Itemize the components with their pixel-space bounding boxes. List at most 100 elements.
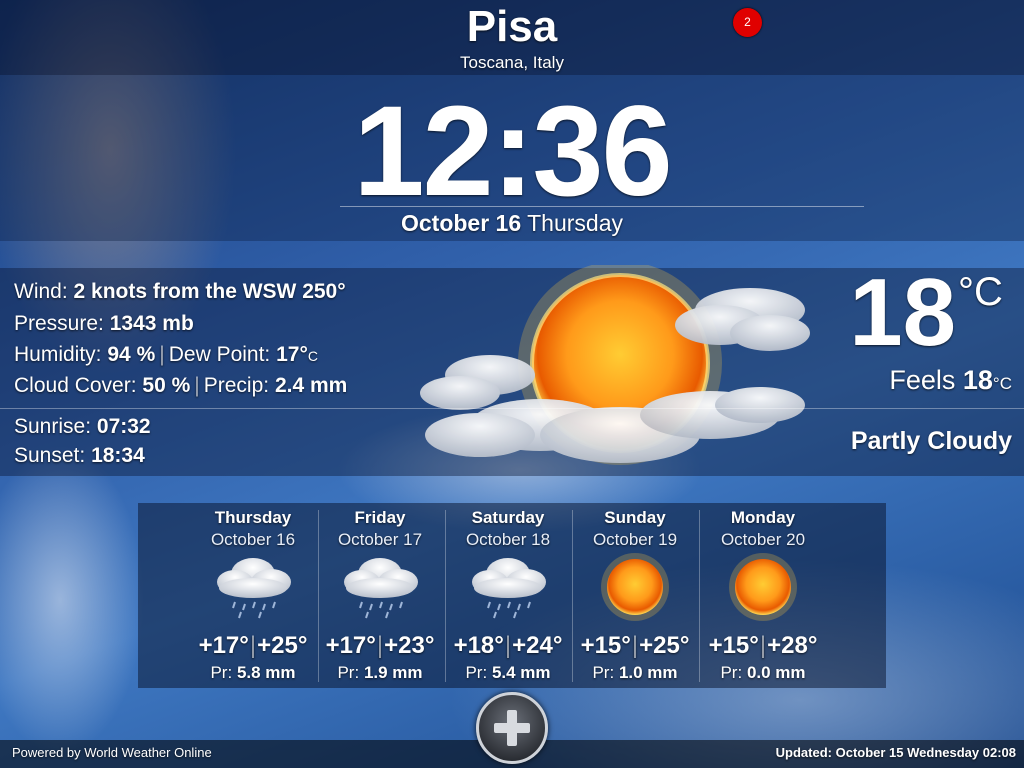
precip-label: Pr: xyxy=(720,663,743,682)
forecast-precip: Pr: 0.0 mm xyxy=(700,663,826,683)
forecast-high: +25° xyxy=(257,632,308,659)
forecast-low: +17° xyxy=(325,632,376,659)
region-name: Toscana, Italy xyxy=(460,53,564,72)
divider: | xyxy=(159,343,165,366)
sun-icon xyxy=(723,552,803,622)
sunset-value: 18:34 xyxy=(91,444,145,467)
forecast-temps: +18°|+24° xyxy=(445,632,571,660)
feels-like-label: Feels xyxy=(889,365,956,395)
feels-like: Feels 18°C xyxy=(889,365,1012,396)
precip-value: 1.0 mm xyxy=(618,663,678,682)
forecast-high: +23° xyxy=(384,632,435,659)
cloud-cover-value: 50 % xyxy=(142,374,191,397)
sun-icon xyxy=(595,552,675,622)
sunrise-row: Sunrise: 07:32 xyxy=(14,415,151,439)
details-divider xyxy=(0,408,1024,409)
sun-cloud-icon xyxy=(420,261,820,480)
sunset-label: Sunset: xyxy=(14,444,86,467)
precip-value: 1.9 mm xyxy=(363,663,423,682)
divider: | xyxy=(759,632,767,659)
clock-divider xyxy=(340,206,864,207)
forecast-day[interactable]: Friday October 17 +17°|+23° Pr: 1.9 mm xyxy=(317,503,443,688)
forecast-day-name: Thursday xyxy=(214,508,292,527)
precip-label: Pr: xyxy=(210,663,233,682)
divider: | xyxy=(249,632,257,659)
precip-label: Precip: xyxy=(203,374,270,397)
condition-text: Partly Cloudy xyxy=(850,427,1012,455)
feels-like-value: 18 xyxy=(962,365,993,395)
divider: | xyxy=(504,632,512,659)
humidity-label: Humidity: xyxy=(14,343,102,366)
forecast-low: +17° xyxy=(198,632,249,659)
forecast-day-name: Friday xyxy=(354,508,406,527)
date-weekday: Thursday xyxy=(527,210,623,236)
dew-point-label: Dew Point: xyxy=(168,343,271,366)
pressure-label: Pressure: xyxy=(14,312,104,335)
rain-cloud-icon xyxy=(340,552,420,622)
forecast-day[interactable]: Saturday October 18 +18°|+24° Pr: 5.4 mm xyxy=(445,503,571,688)
divider: | xyxy=(631,632,639,659)
precip-label: Pr: xyxy=(592,663,615,682)
clock-date: October 16 Thursday xyxy=(0,210,1024,237)
sunrise-value: 07:32 xyxy=(96,415,151,438)
forecast-day-name: Saturday xyxy=(471,508,545,527)
sunset-row: Sunset: 18:34 xyxy=(14,444,145,468)
sunrise-label: Sunrise: xyxy=(14,415,92,438)
divider: | xyxy=(376,632,384,659)
forecast-date: October 18 xyxy=(465,530,551,549)
forecast-low: +15° xyxy=(708,632,759,659)
clock-time: 12:36 xyxy=(353,80,672,223)
forecast-precip: Pr: 5.4 mm xyxy=(445,663,571,683)
forecast-date: October 19 xyxy=(592,530,678,549)
dew-point-value: 17° xyxy=(276,343,308,366)
date-month-day: October 16 xyxy=(400,210,522,236)
pressure-row: Pressure: 1343 mb xyxy=(14,312,194,336)
forecast-date: October 17 xyxy=(337,530,423,549)
current-temperature: 18 xyxy=(849,259,956,366)
humidity-value: 94 % xyxy=(107,343,156,366)
forecast-temps: +15°|+28° xyxy=(700,632,826,660)
forecast-precip: Pr: 5.8 mm xyxy=(190,663,316,683)
rain-cloud-icon xyxy=(213,552,293,622)
forecast-low: +15° xyxy=(580,632,631,659)
rain-cloud-icon xyxy=(468,552,548,622)
wind-row: Wind: 2 knots from the WSW 250° xyxy=(14,280,346,304)
pressure-value: 1343 mb xyxy=(109,312,194,335)
dew-point-unit: C xyxy=(307,348,318,364)
forecast-temps: +17°|+25° xyxy=(190,632,316,660)
current-temperature-unit: °C xyxy=(958,270,1003,314)
forecast-day-name: Sunday xyxy=(604,508,666,527)
add-location-button[interactable] xyxy=(476,692,548,764)
forecast-temps: +15°|+25° xyxy=(572,632,698,660)
forecast-high: +24° xyxy=(512,632,563,659)
divider: | xyxy=(194,374,200,397)
notification-badge[interactable]: 2 xyxy=(733,8,762,37)
humidity-row: Humidity: 94 % | Dew Point: 17°C xyxy=(14,343,318,367)
precip-value: 5.8 mm xyxy=(236,663,296,682)
city-name: Pisa xyxy=(466,2,558,51)
forecast-date: October 20 xyxy=(720,530,806,549)
forecast-day-name: Monday xyxy=(730,508,796,527)
forecast-day[interactable]: Thursday October 16 +17°|+25° Pr: 5.8 mm xyxy=(190,503,316,688)
cloud-cover-label: Cloud Cover: xyxy=(14,374,137,397)
wind-label: Wind: xyxy=(14,280,68,303)
precip-value: 5.4 mm xyxy=(491,663,551,682)
forecast-high: +25° xyxy=(639,632,690,659)
plus-icon xyxy=(494,710,530,746)
forecast-high: +28° xyxy=(767,632,818,659)
precip-label: Pr: xyxy=(337,663,360,682)
feels-like-unit: °C xyxy=(992,374,1012,393)
precip-value: 0.0 mm xyxy=(746,663,806,682)
forecast-date: October 16 xyxy=(210,530,296,549)
forecast-temps: +17°|+23° xyxy=(317,632,443,660)
precip-value: 2.4 mm xyxy=(274,374,348,397)
forecast-day[interactable]: Monday October 20 +15°|+28° Pr: 0.0 mm xyxy=(700,503,826,688)
forecast-precip: Pr: 1.9 mm xyxy=(317,663,443,683)
powered-by-link[interactable]: Powered by World Weather Online xyxy=(12,745,212,760)
cloud-row: Cloud Cover: 50 % | Precip: 2.4 mm xyxy=(14,374,347,398)
wind-value: 2 knots from the WSW 250° xyxy=(73,280,346,303)
precip-label: Pr: xyxy=(465,663,488,682)
forecast-low: +18° xyxy=(453,632,504,659)
forecast-precip: Pr: 1.0 mm xyxy=(572,663,698,683)
forecast-day[interactable]: Sunday October 19 +15°|+25° Pr: 1.0 mm xyxy=(572,503,698,688)
